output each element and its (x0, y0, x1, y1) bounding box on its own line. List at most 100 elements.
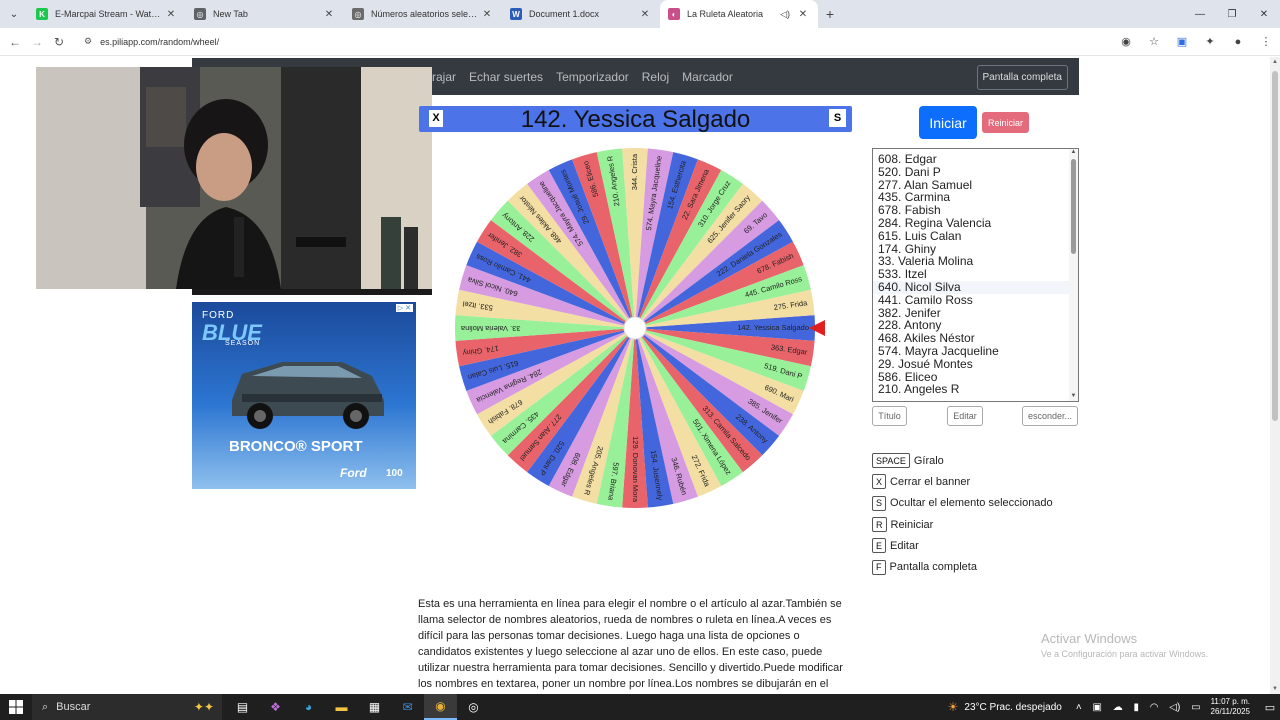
url-text: es.piliapp.com/random/wheel/ (100, 36, 220, 47)
site-nav-link[interactable]: Temporizador (556, 70, 629, 84)
obs-icon[interactable]: ◎ (457, 694, 490, 720)
battery-icon[interactable]: ▭ (1191, 702, 1200, 713)
wheel-container[interactable]: 142. Yessica Salgado 363. Edgar 519. Dani … (450, 142, 830, 514)
browser-tab[interactable]: ◐ La Ruleta Aleatoria ◁) ✕ (660, 0, 818, 28)
hide-button[interactable]: esconder... (1022, 406, 1078, 426)
task-view-icon[interactable]: ▤ (226, 694, 259, 720)
clock-time: 11:07 p. m. (1210, 697, 1250, 706)
page-scrollbar[interactable]: ▲ ▼ (1270, 57, 1280, 694)
shortcut-label: Gíralo (913, 454, 944, 467)
back-icon[interactable]: ← (4, 35, 26, 49)
usb-icon[interactable]: ▮ (1133, 702, 1139, 713)
random-wheel[interactable]: 142. Yessica Salgado363. Edgar519. Dani … (450, 142, 830, 514)
shortcut-key: F (872, 559, 886, 575)
list-item: 615. Luis Calan (878, 228, 962, 243)
hide-selected-button[interactable]: S (829, 109, 846, 127)
menu-kebab-icon[interactable]: ⋮ (1252, 35, 1280, 48)
start-button[interactable]: Iniciar (919, 106, 977, 139)
page-content: rajar Echar suertes Temporizador Reloj Marca… (0, 57, 1270, 694)
tab-audio-icon[interactable]: ◁) (780, 9, 790, 20)
site-nav-link[interactable]: Marcador (682, 70, 733, 84)
tab-close-icon[interactable]: ✕ (322, 9, 336, 20)
taskbar-search[interactable]: ⌕ Buscar ✦✦ (32, 694, 222, 720)
ford-ad-banner[interactable]: FORD BLUE SEASON BRONCO® SPORT Ford 100 … (192, 302, 416, 489)
page-scroll-up-icon[interactable]: ▲ (1270, 59, 1280, 65)
tab-close-icon[interactable]: ✕ (164, 9, 178, 20)
wifi-icon[interactable]: ◠ (1150, 702, 1159, 713)
profile-avatar[interactable]: ● (1224, 36, 1252, 48)
site-nav-links: rajar Echar suertes Temporizador Reloj Marca… (432, 58, 746, 95)
chevron-up-icon[interactable]: ˄ (1076, 702, 1082, 713)
page-scroll-down-icon[interactable]: ▼ (1270, 686, 1280, 692)
outlook-icon[interactable]: ✉ (391, 694, 424, 720)
tab-close-icon[interactable]: ✕ (796, 9, 810, 20)
scroll-down-icon[interactable]: ▼ (1069, 393, 1078, 399)
textarea-scrollbar[interactable]: ▲ ▼ (1069, 149, 1078, 401)
title-button[interactable]: Título (872, 406, 907, 426)
ad-product-name: BRONCO® SPORT (229, 438, 363, 455)
extensions-icon[interactable]: ✦ (1196, 35, 1224, 48)
browser-tab[interactable]: W Document 1.docx ✕ (502, 0, 660, 28)
tab-label: Números aleatorios seleccionar (371, 9, 480, 19)
file-explorer-icon[interactable]: ▬ (325, 694, 358, 720)
window-controls: — ❐ ✕ (1184, 0, 1280, 28)
shortcut-key: X (872, 474, 887, 490)
taskbar-clock[interactable]: 11:07 p. m. 26/11/2025 (1211, 697, 1250, 717)
tab-search-icon[interactable]: ⌄ (0, 0, 28, 28)
bookmark-star-icon[interactable]: ☆ (1140, 35, 1168, 48)
browser-tab[interactable]: ◎ New Tab ✕ (186, 0, 344, 28)
eye-off-icon[interactable]: ◉ (1112, 35, 1140, 48)
browser-tab[interactable]: K E-Marcpai Stream - Watch Live✕ (28, 0, 186, 28)
tray-app-icon[interactable]: ▣ (1092, 702, 1101, 713)
site-nav-link[interactable]: Echar suertes (469, 70, 543, 84)
cloud-icon[interactable]: ☁ (1113, 702, 1123, 713)
tray-icons: ˄ ▣ ☁ ▮ ◠ ◁) ▭ (1072, 702, 1205, 713)
ad-subhead: SEASON (225, 340, 261, 347)
tool-description: Esta es una herramienta en línea para el… (418, 598, 843, 690)
list-item: 520. Dani P (878, 164, 941, 179)
reset-button[interactable]: Reiniciar (982, 112, 1029, 133)
scroll-thumb[interactable] (1071, 159, 1076, 254)
tab-label: La Ruleta Aleatoria (687, 9, 764, 19)
new-tab-button[interactable]: + (818, 6, 842, 22)
shortcut-row: S Ocultar el elemento seleccionado (872, 493, 1053, 514)
list-item: 640. Nicol Silva (873, 281, 1078, 294)
windows-start-icon[interactable] (0, 700, 32, 714)
edit-button[interactable]: Editar (947, 406, 983, 426)
toolbar-icons: ◉ ☆ ▣ ✦ ● ⋮ (1112, 35, 1280, 49)
store-icon[interactable]: ▦ (358, 694, 391, 720)
chrome-icon[interactable]: ◉ (424, 694, 457, 720)
shortcut-row: R Reiniciar (872, 514, 1053, 535)
reload-icon[interactable]: ↻ (48, 35, 70, 49)
close-window-icon[interactable]: ✕ (1248, 0, 1280, 28)
names-textarea[interactable]: 608. Edgar 520. Dani P 277. Alan Samuel 435… (872, 148, 1079, 402)
minimize-icon[interactable]: — (1184, 0, 1216, 28)
site-nav-link[interactable]: rajar (432, 70, 456, 84)
list-item: 574. Mayra Jacqueline (878, 343, 999, 358)
scroll-up-icon[interactable]: ▲ (1069, 149, 1078, 155)
search-icon: ⌕ (42, 700, 49, 713)
weather-text: 23°C Prac. despejado (964, 701, 1062, 713)
page-scroll-thumb[interactable] (1272, 71, 1278, 421)
fullscreen-button[interactable]: Pantalla completa (976, 65, 1068, 90)
notifications-icon[interactable]: ▭ (1260, 701, 1280, 714)
tab-close-icon[interactable]: ✕ (638, 9, 652, 20)
activation-subtitle: Ve a Configuración para activar Windows. (1041, 649, 1209, 659)
volume-icon[interactable]: ◁) (1169, 702, 1180, 713)
adchoices-icon[interactable]: ▷ ✕ (395, 304, 413, 312)
list-item: 608. Edgar (878, 152, 937, 166)
restore-icon[interactable]: ❐ (1216, 0, 1248, 28)
list-item: 441. Camilo Ross (878, 292, 973, 307)
copilot-sparkle-icon: ✦✦ (193, 700, 214, 714)
tab-close-icon[interactable]: ✕ (480, 9, 494, 20)
url-field[interactable]: ⚙ es.piliapp.com/random/wheel/ (76, 31, 1096, 53)
forward-icon[interactable]: → (26, 35, 48, 49)
address-bar: ← → ↻ ⚙ es.piliapp.com/random/wheel/ ◉ ☆… (0, 28, 1280, 56)
translate-icon[interactable]: ▣ (1168, 35, 1196, 48)
browser-tab[interactable]: ◎ Números aleatorios seleccionar✕ (344, 0, 502, 28)
edge-icon[interactable]: ◕ (292, 694, 325, 720)
copilot-icon[interactable]: ❖ (259, 694, 292, 720)
weather-widget[interactable]: ☀ 23°C Prac. despejado (948, 700, 1062, 714)
site-info-icon[interactable]: ⚙ (84, 36, 92, 47)
site-nav-link[interactable]: Reloj (642, 70, 669, 84)
